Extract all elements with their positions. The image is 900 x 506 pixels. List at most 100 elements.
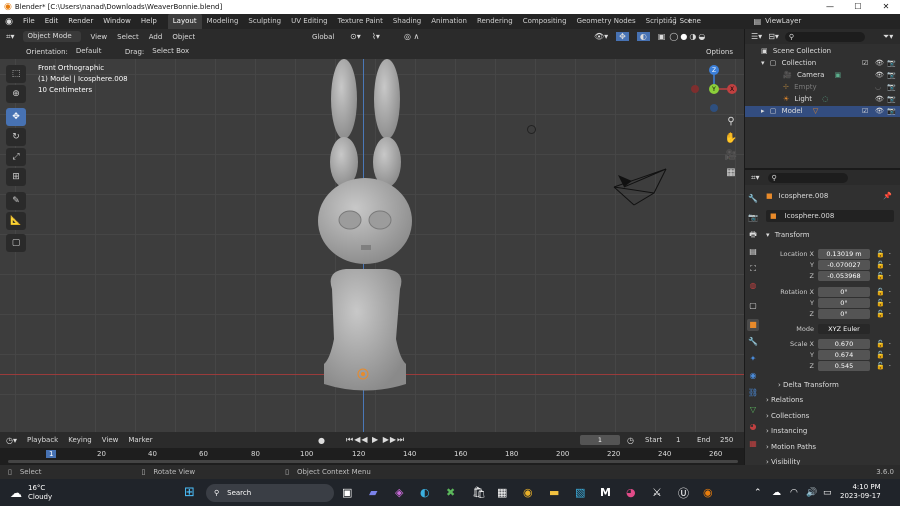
render-camera-icon[interactable]: 📷 [887,82,896,93]
app-icon[interactable]: ▧ [575,486,585,499]
rotation-x-field[interactable]: 0° [818,286,870,297]
menu-object[interactable]: Object [172,33,195,41]
lock-icon[interactable]: 🔓 [876,310,885,318]
lock-icon[interactable]: 🔓 [876,299,885,307]
annotate-tool[interactable]: ✎ [6,192,26,210]
app-icon[interactable]: ◕ [626,486,636,499]
keyframe-dot-icon[interactable]: · [889,299,891,307]
outliner-item-camera[interactable]: 🎥 Camera ▣ 👁 📷 [745,70,900,81]
app-icon[interactable]: M [600,486,611,499]
wifi-icon[interactable]: ◠ [790,488,798,498]
lock-icon[interactable]: 🔓 [876,261,885,269]
eye-icon[interactable]: 👁 [875,70,884,81]
keyframe-dot-icon[interactable]: · [889,272,891,280]
frame-cursor[interactable]: 1 [46,450,57,458]
outliner-filter-icon[interactable]: ⊟▾ [768,32,779,41]
minimize-button[interactable]: — [816,0,844,14]
move-tool[interactable]: ✥ [6,108,26,126]
unreal-icon[interactable]: Ⓤ [678,485,689,501]
modifier-tab-icon[interactable]: 🔧 [747,336,759,348]
physics-tab-icon[interactable]: ◉ [747,370,759,382]
lock-icon[interactable]: 🔓 [876,250,885,258]
menu-file[interactable]: File [18,14,40,29]
blender-menu-icon[interactable]: ◉ [0,17,18,27]
scale-y-field[interactable]: 0.674 [818,349,870,360]
rotation-mode-dropdown[interactable]: XYZ Euler [818,323,870,334]
start-frame-field[interactable]: 1 [676,436,680,444]
world-tab-icon[interactable]: ◍ [747,280,759,292]
shading-wireframe-icon[interactable]: ◯ [669,32,678,41]
lock-icon[interactable]: 🔓 [876,288,885,296]
chat-icon[interactable]: ▰ [369,486,377,499]
menu-add[interactable]: Add [149,33,163,41]
collections-header[interactable]: › Collections [766,410,896,423]
bunny-model[interactable] [310,59,420,399]
tab-texture-paint[interactable]: Texture Paint [333,14,388,29]
menu-window[interactable]: Window [98,14,136,29]
timeline-menu-keying[interactable]: Keying [68,436,92,444]
eye-icon[interactable]: 👁 [875,94,884,105]
lock-icon[interactable]: 🔓 [876,362,885,370]
tab-rendering[interactable]: Rendering [472,14,518,29]
editor-type-icon[interactable]: ⌗▾ [6,32,15,42]
eye-icon[interactable]: 👁 [875,58,884,69]
gizmo-toggle-icon[interactable]: ✥ [616,32,629,41]
keyframe-dot-icon[interactable]: · [889,288,891,296]
particles-tab-icon[interactable]: ✦ [747,353,759,365]
clock-date[interactable]: 2023-09-17 [840,492,881,501]
tab-animation[interactable]: Animation [426,14,472,29]
keyframe-dot-icon[interactable]: · [889,340,891,348]
properties-editor-icon[interactable]: ⌗▾ [751,173,760,183]
outliner-editor-icon[interactable]: ☰▾ [751,32,762,41]
location-x-field[interactable]: 0.13019 m [818,248,870,259]
outliner-scene-collection[interactable]: ▣ Scene Collection [745,46,900,57]
timeline-menu-marker[interactable]: Marker [128,436,152,444]
app-icon[interactable]: ⚔ [652,486,662,499]
tray-chevron-icon[interactable]: ⌃ [754,488,762,498]
transform-orientation-dropdown[interactable]: Global [312,33,334,41]
tab-shading[interactable]: Shading [388,14,426,29]
tool-tab-icon[interactable]: 🔧 [747,193,759,205]
expand-arrow-icon[interactable]: ▸ [761,107,765,115]
outliner-item-light[interactable]: ☀ Light ◌ 👁 📷 [745,94,900,105]
scale-x-field[interactable]: 0.670 [818,338,870,349]
view-layer-selector[interactable]: ViewLayer [765,17,840,25]
tab-compositing[interactable]: Compositing [518,14,572,29]
file-explorer-icon[interactable]: ▬ [549,486,559,499]
transform-panel-header[interactable]: ▾ Transform [766,229,896,242]
calendar-icon[interactable]: ▦ [497,486,507,499]
lock-icon[interactable]: 🔓 [876,340,885,348]
zoom-icon[interactable]: ⚲ [724,115,738,129]
menu-render[interactable]: Render [63,14,98,29]
instancing-header[interactable]: › Instancing [766,425,896,438]
pan-hand-icon[interactable]: ✋ [724,132,738,146]
location-z-field[interactable]: -0.053968 [818,270,870,281]
current-frame-field[interactable]: 1 [580,435,620,445]
render-tab-icon[interactable]: 📷 [747,212,759,224]
maximize-button[interactable]: ☐ [844,0,872,14]
rotation-y-field[interactable]: 0° [818,297,870,308]
tab-geometry-nodes[interactable]: Geometry Nodes [572,14,641,29]
empty-object-icon[interactable] [527,125,536,134]
location-y-field[interactable]: -0.070027 [818,259,870,270]
xbox-icon[interactable]: ✖ [446,486,455,499]
rotation-z-field[interactable]: 0° [818,308,870,319]
tab-layout[interactable]: Layout [167,14,202,29]
material-tab-icon[interactable]: ◕ [747,421,759,433]
navigation-gizmo[interactable]: Z Y X [686,63,740,115]
keyframe-dot-icon[interactable]: · [889,250,891,258]
timeline-menu-playback[interactable]: Playback [27,436,58,444]
render-camera-icon[interactable]: 📷 [887,70,896,81]
data-tab-icon[interactable]: ▽ [747,404,759,416]
task-view-icon[interactable]: ▣ [342,486,352,499]
cursor-tool[interactable]: ⊕ [6,85,26,103]
filter-funnel-icon[interactable]: ⏷▾ [883,32,893,42]
texture-tab-icon[interactable]: ▦ [747,438,759,450]
menu-select[interactable]: Select [117,33,139,41]
keyframe-dot-icon[interactable]: · [889,261,891,269]
pivot-icon[interactable]: ⊙▾ [350,32,361,41]
render-camera-icon[interactable]: 📷 [887,58,896,69]
output-tab-icon[interactable]: 🖶 [747,229,759,241]
render-camera-icon[interactable]: 📷 [887,94,896,105]
motion-paths-header[interactable]: › Motion Paths [766,441,896,454]
